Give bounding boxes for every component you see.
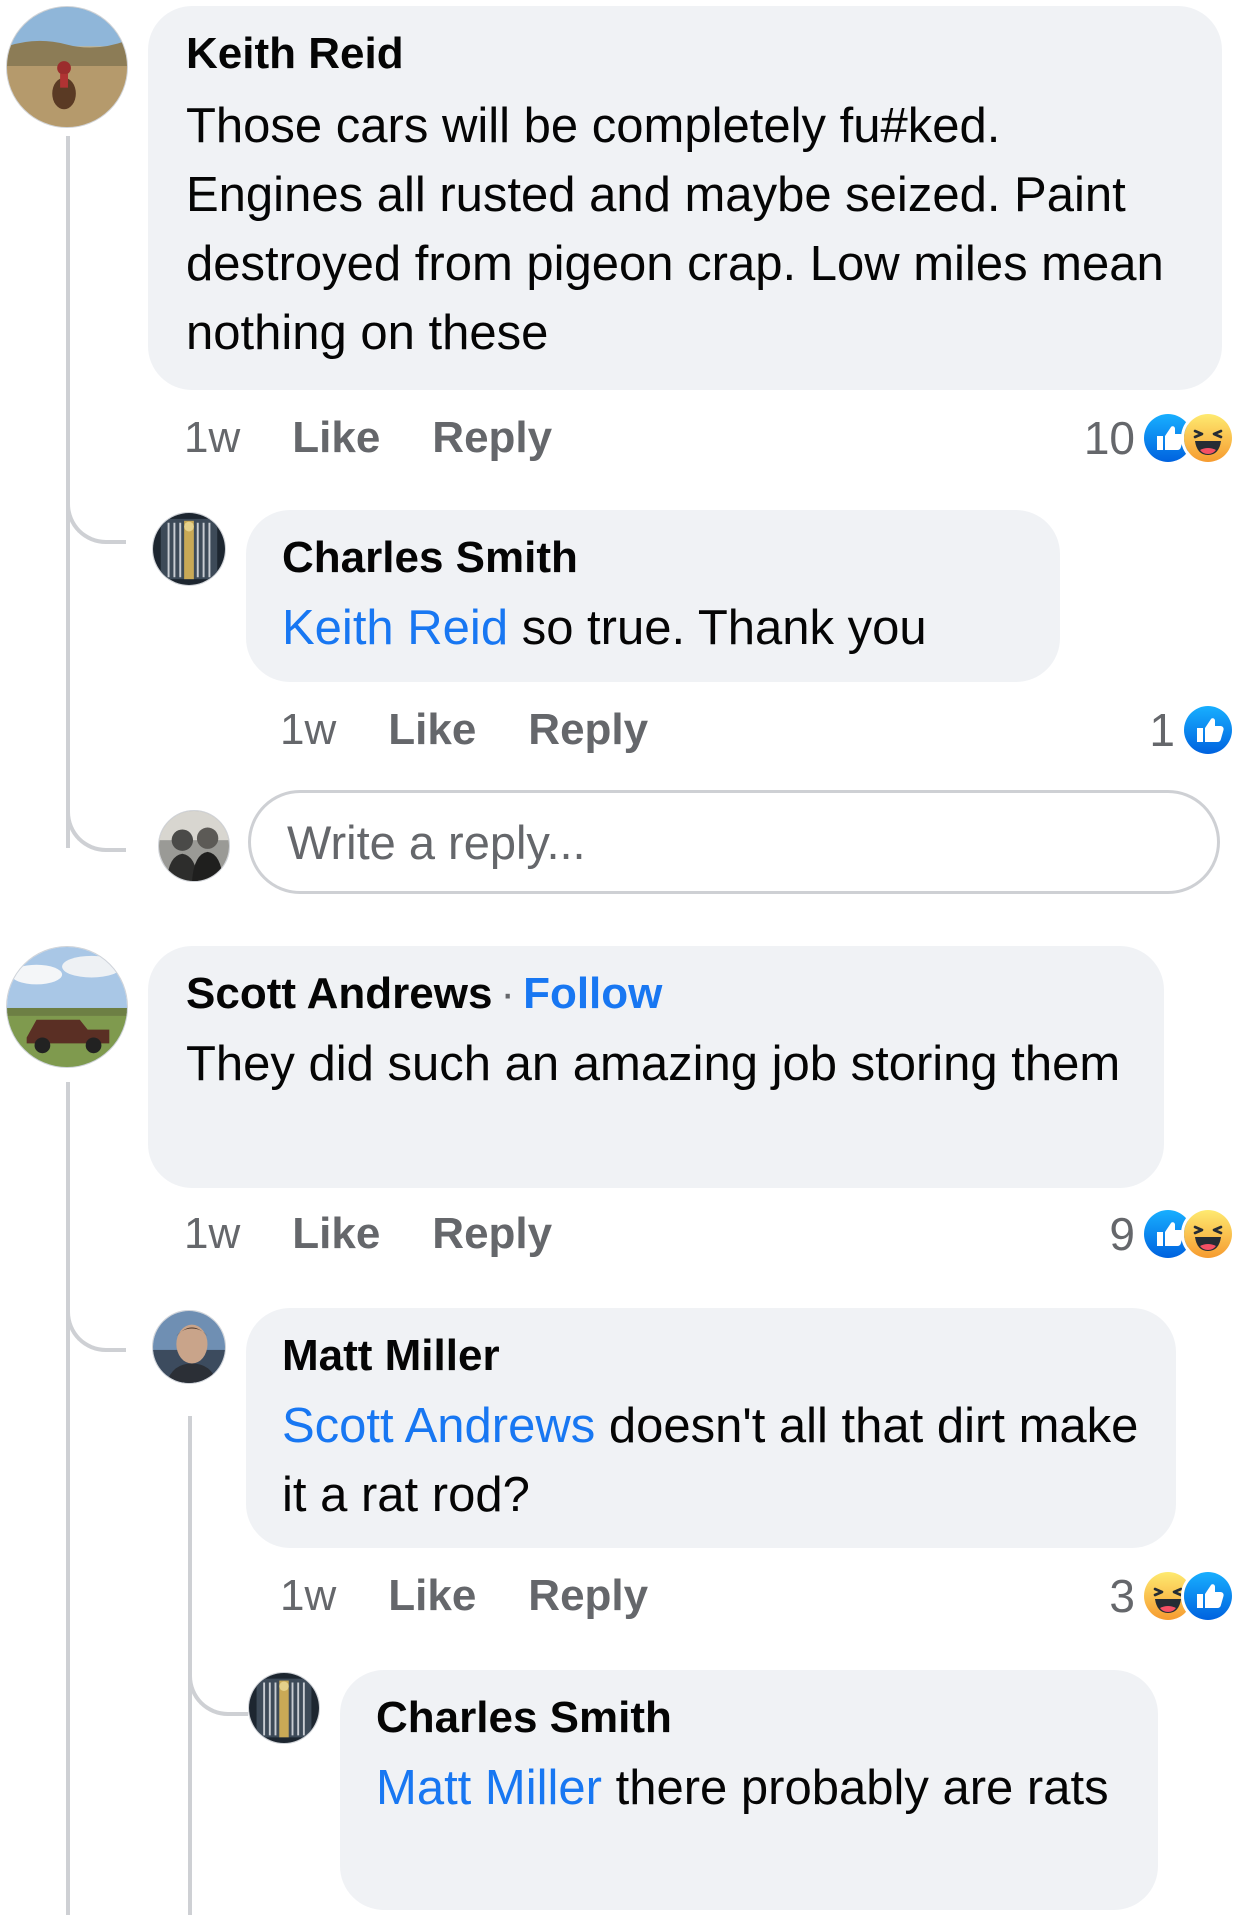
haha-icon: [1181, 1207, 1235, 1261]
reply-input[interactable]: Write a reply...: [248, 790, 1220, 894]
comment-text: Matt Miller there probably are rats: [376, 1754, 1122, 1823]
thread-line: [66, 1082, 70, 1915]
comment-text: They did such an amazing job storing the…: [186, 1037, 1121, 1091]
comment-timestamp[interactable]: 1w: [184, 413, 240, 463]
comment-author[interactable]: Charles Smith: [282, 532, 1024, 584]
mention-link[interactable]: Scott Andrews: [282, 1399, 595, 1453]
thread-connector: [66, 1300, 126, 1352]
reaction-count: 3: [1109, 1570, 1135, 1622]
like-button[interactable]: Like: [292, 413, 380, 463]
reaction-summary[interactable]: 3: [1109, 1566, 1235, 1626]
reply-bubble: Matt Miller Scott Andrews doesn't all th…: [246, 1308, 1176, 1548]
follow-button[interactable]: Follow: [523, 969, 662, 1018]
reply-button[interactable]: Reply: [432, 413, 552, 463]
comment-timestamp[interactable]: 1w: [280, 705, 336, 755]
comment-text: Those cars will be completely fu#ked. En…: [186, 99, 1164, 360]
thread-connector: [188, 1664, 248, 1716]
comment-author[interactable]: Scott Andrews: [186, 969, 492, 1018]
comment-actions: 1w Like Reply: [184, 1204, 604, 1264]
like-button[interactable]: Like: [292, 1209, 380, 1259]
comment-bubble: Keith Reid Those cars will be completely…: [148, 6, 1222, 390]
haha-icon: [1181, 411, 1235, 465]
reaction-summary[interactable]: 9: [1109, 1204, 1235, 1264]
comment-author-line: Scott Andrews · Follow: [186, 968, 1126, 1020]
like-button[interactable]: Like: [388, 705, 476, 755]
reaction-count: 10: [1083, 412, 1135, 464]
avatar[interactable]: [248, 1672, 320, 1744]
thread-connector: [66, 800, 126, 852]
avatar[interactable]: [152, 512, 226, 586]
like-button[interactable]: Like: [388, 1571, 476, 1621]
comment-timestamp[interactable]: 1w: [184, 1209, 240, 1259]
reaction-summary[interactable]: 1: [1149, 700, 1235, 760]
comment-text: Keith Reid so true. Thank you: [282, 594, 1024, 663]
comment-timestamp[interactable]: 1w: [280, 1571, 336, 1621]
like-icon: [1181, 1569, 1235, 1623]
reaction-summary[interactable]: 10: [1084, 408, 1235, 468]
like-icon: [1181, 703, 1235, 757]
comment-author[interactable]: Keith Reid: [186, 28, 1184, 80]
comment-actions: 1w Like Reply: [280, 700, 700, 760]
reaction-count: 1: [1149, 704, 1175, 756]
comment-bubble: Scott Andrews · Follow They did such an am…: [148, 946, 1164, 1188]
mention-link[interactable]: Matt Miller: [376, 1761, 602, 1815]
comment-actions: 1w Like Reply: [280, 1566, 700, 1626]
reaction-count: 9: [1109, 1208, 1135, 1260]
avatar[interactable]: [152, 1310, 226, 1384]
comment-text-body: there probably are rats: [601, 1761, 1109, 1815]
reply-button[interactable]: Reply: [528, 1571, 648, 1621]
reply-bubble: Charles Smith Matt Miller there probably…: [340, 1670, 1158, 1910]
reply-button[interactable]: Reply: [528, 705, 648, 755]
avatar[interactable]: [6, 6, 128, 128]
comment-author[interactable]: Charles Smith: [376, 1692, 1122, 1744]
thread-connector: [66, 492, 126, 544]
reply-button[interactable]: Reply: [432, 1209, 552, 1259]
comment-text-body: so true. Thank you: [508, 601, 927, 655]
comment-actions: 1w Like Reply: [184, 408, 604, 468]
avatar[interactable]: [6, 946, 128, 1068]
comment-author[interactable]: Matt Miller: [282, 1330, 1140, 1382]
current-user-avatar: [158, 810, 230, 882]
mention-link[interactable]: Keith Reid: [282, 601, 508, 655]
reply-bubble: Charles Smith Keith Reid so true. Thank …: [246, 510, 1060, 682]
comment-text: Scott Andrews doesn't all that dirt make…: [282, 1392, 1140, 1530]
separator: ·: [500, 969, 516, 1018]
